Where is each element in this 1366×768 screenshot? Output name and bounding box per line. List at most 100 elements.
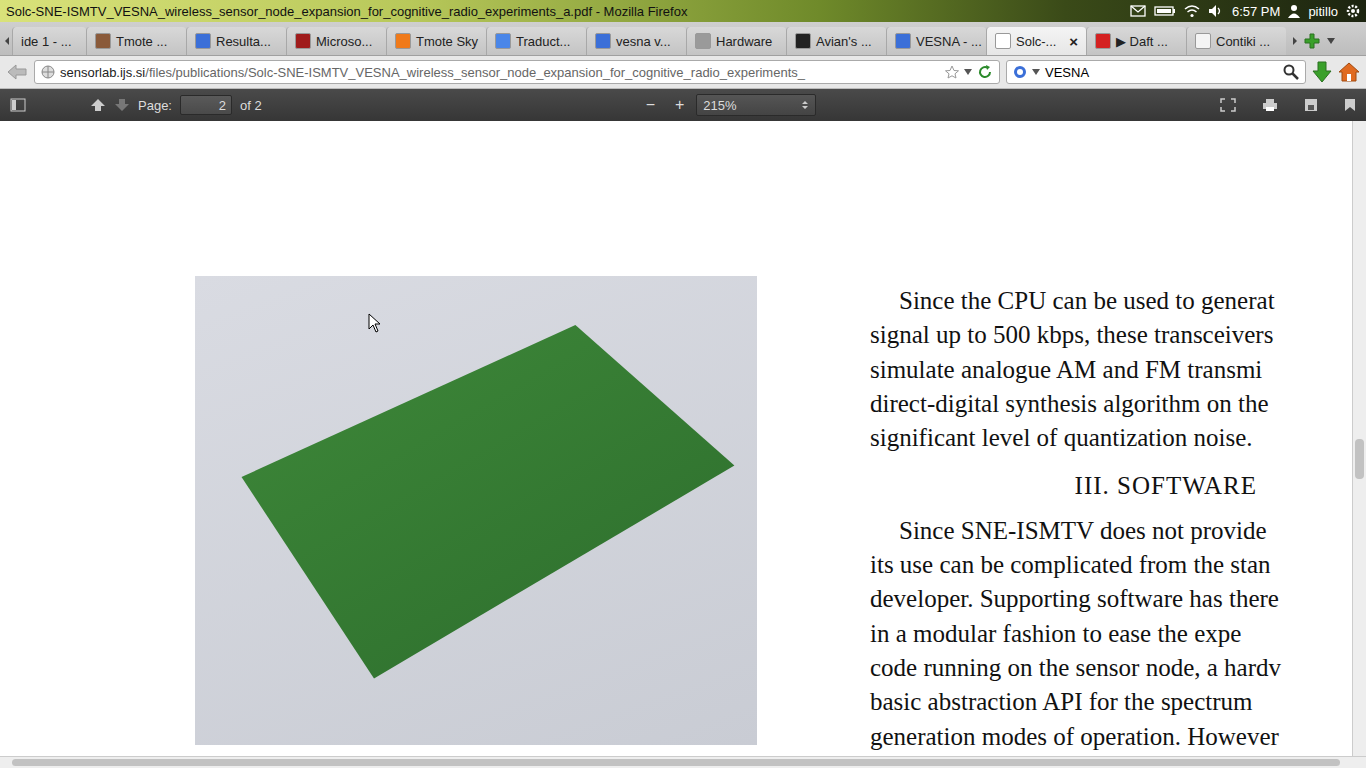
tab-close-button[interactable]: × [1069, 33, 1078, 50]
tab-label[interactable]: Contiki ... [1216, 34, 1278, 49]
tab-list-icon[interactable] [1326, 37, 1336, 45]
home-icon[interactable] [1338, 62, 1360, 82]
text-text: Since the CPU can be used to generat sign… [870, 284, 1281, 455]
section-heading: III. SOFTWARE [870, 469, 1257, 503]
text-column: Since the CPU can be used to generat sign… [870, 284, 1281, 754]
search-text[interactable]: VESNA [1045, 65, 1278, 80]
bookmark-icon[interactable] [1344, 98, 1356, 112]
url-path[interactable]: /files/publications/Solc-SNE-ISMTV_VESNA… [145, 65, 805, 80]
download-icon[interactable] [1312, 61, 1332, 83]
favicon-icon [795, 33, 811, 49]
tab-label[interactable]: Tmote ... [116, 34, 178, 49]
clock[interactable]: 6:57 PM [1232, 4, 1280, 19]
tab-controls [1286, 27, 1342, 55]
sidebar-toggle-icon[interactable] [10, 98, 26, 112]
tab-label[interactable]: Microso... [316, 34, 378, 49]
user-icon[interactable] [1288, 4, 1300, 18]
favicon-icon [195, 33, 211, 49]
tab-label[interactable]: Solc-... [1016, 34, 1064, 49]
horizontal-scrollbar[interactable] [0, 756, 1366, 768]
browser-tab[interactable]: Traduct... [486, 27, 586, 55]
battery-icon[interactable] [1154, 5, 1176, 17]
browser-tab[interactable]: Solc-... × [986, 27, 1086, 55]
browser-tab[interactable]: Resulta... [186, 27, 286, 55]
favicon-icon [595, 33, 611, 49]
favicon-icon [1095, 33, 1111, 49]
browser-tab[interactable]: Hardware [686, 27, 786, 55]
tab-label[interactable]: Hardware [716, 34, 778, 49]
zoom-select[interactable]: 215% [696, 94, 816, 116]
zoom-value[interactable]: 215% [703, 98, 736, 113]
browser-tab[interactable]: vesna v... [586, 27, 686, 55]
favicon-icon [495, 33, 511, 49]
scrollbar-thumb[interactable] [12, 759, 1340, 766]
save-icon[interactable] [1304, 98, 1318, 112]
magnifier-icon[interactable] [1283, 64, 1299, 80]
fullscreen-icon[interactable] [1220, 98, 1236, 112]
window-title: Solc-SNE-ISMTV_VESNA_wireless_sensor_nod… [6, 4, 1130, 19]
gear-icon[interactable] [1346, 4, 1360, 18]
tab-label[interactable]: VESNA - ... [916, 34, 982, 49]
scrollbar-thumb[interactable] [1355, 439, 1364, 479]
url-text[interactable]: sensorlab.ijs.si/files/publications/Solc… [60, 65, 940, 80]
system-bar: Solc-SNE-ISMTV_VESNA_wireless_sensor_nod… [0, 0, 1366, 22]
scroll-left-icon[interactable] [4, 36, 10, 46]
zoom-out-button[interactable]: − [638, 96, 663, 114]
text-line: code running on the sensor node, a hardv [870, 651, 1281, 685]
navigation-bar: sensorlab.ijs.si/files/publications/Solc… [0, 56, 1366, 89]
text-line: basic abstraction API for the spectrum [870, 685, 1281, 719]
tab-label[interactable]: Avian's ... [816, 34, 878, 49]
vertical-scrollbar[interactable] [1352, 121, 1366, 756]
tab-scroll-left[interactable] [2, 27, 12, 55]
print-icon[interactable] [1262, 98, 1278, 112]
new-tab-icon[interactable] [1304, 33, 1320, 49]
tab-label[interactable]: Resulta... [216, 34, 278, 49]
zoom-dropdown-icon[interactable] [801, 100, 809, 110]
google-icon[interactable] [1013, 65, 1027, 79]
text-line: direct-digital synthesis algorithm on th… [870, 387, 1281, 421]
bookmark-star-icon[interactable] [945, 65, 959, 79]
browser-tab[interactable]: Tmote ... [86, 27, 186, 55]
previous-page-icon[interactable] [90, 98, 106, 112]
text-line: Since SNE-ISMTV does not provide [870, 514, 1281, 548]
text-line: significant level of quantization noise. [870, 421, 1281, 455]
search-box[interactable]: VESNA [1006, 60, 1306, 84]
reload-icon[interactable] [977, 64, 993, 80]
tab-label[interactable]: ▶ Daft ... [1116, 34, 1178, 49]
scroll-right-icon[interactable] [1292, 36, 1298, 46]
volume-icon[interactable] [1208, 4, 1224, 18]
zoom-in-button[interactable]: + [671, 96, 688, 114]
text-line: developer. Supporting software has there [870, 582, 1281, 616]
text-heading: III. SOFTWARE [870, 469, 1281, 503]
browser-tab[interactable]: Avian's ... [786, 27, 886, 55]
text-line: its use can be complicated from the stan [870, 548, 1281, 582]
browser-tab[interactable]: VESNA - ... [886, 27, 986, 55]
browser-tab[interactable]: Contiki ... [1186, 27, 1286, 55]
page-number-field[interactable]: 2 [180, 95, 232, 115]
url-bar[interactable]: sensorlab.ijs.si/files/publications/Solc… [34, 60, 1000, 84]
browser-tab[interactable]: Tmote Sky [386, 27, 486, 55]
globe-icon [41, 65, 55, 79]
browser-tab[interactable]: ▶ Daft ... [1086, 27, 1186, 55]
page-count: of 2 [240, 98, 262, 113]
pcb-board [215, 306, 745, 686]
engine-dropdown-icon[interactable] [1032, 69, 1040, 75]
favicon-icon [995, 33, 1011, 49]
wifi-icon[interactable] [1184, 4, 1200, 18]
main-area: Since the CPU can be used to generat sign… [0, 121, 1366, 756]
browser-tab[interactable]: ide 1 - ... [12, 27, 86, 55]
tab-label[interactable]: Tmote Sky [416, 34, 478, 49]
tab-label[interactable]: ide 1 - ... [21, 34, 78, 49]
mail-icon[interactable] [1130, 5, 1146, 17]
history-dropdown-icon[interactable] [964, 69, 972, 75]
pcb-photo [195, 276, 757, 745]
url-host[interactable]: sensorlab.ijs.si [60, 65, 145, 80]
mouse-cursor-icon [368, 313, 382, 333]
tab-label[interactable]: Traduct... [516, 34, 578, 49]
back-arrow-icon[interactable] [6, 62, 28, 82]
next-page-icon[interactable] [114, 98, 130, 112]
browser-tab[interactable]: Microso... [286, 27, 386, 55]
text-line: Since the CPU can be used to generat [870, 284, 1281, 318]
tab-label[interactable]: vesna v... [616, 34, 678, 49]
user-name[interactable]: pitillo [1308, 4, 1338, 19]
